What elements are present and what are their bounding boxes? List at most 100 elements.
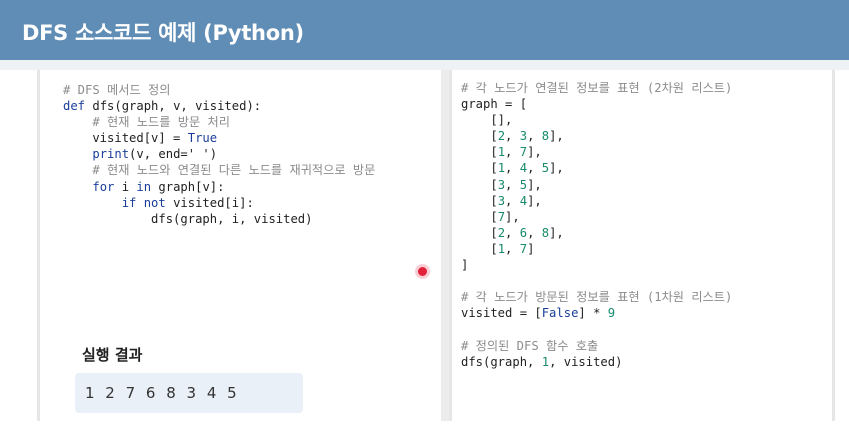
- code-line: visited = [False] * 9: [461, 305, 732, 321]
- code-line: [3, 4],: [461, 193, 732, 209]
- code-text: [: [461, 209, 498, 224]
- code-line: dfs(graph, 1, visited): [461, 354, 732, 370]
- code-text: [: [461, 193, 498, 208]
- graph-setup-code: # 각 노드가 연결된 정보를 표현 (2차원 리스트) graph = [ []…: [461, 80, 732, 370]
- right-code-panel: # 각 노드가 연결된 정보를 표현 (2차원 리스트) graph = [ []…: [449, 70, 835, 421]
- code-line: # 각 노드가 연결된 정보를 표현 (2차원 리스트): [461, 80, 732, 96]
- code-number: 1: [497, 241, 506, 256]
- code-line: # 현재 노드와 연결된 다른 노드를 재귀적으로 방문: [63, 162, 375, 178]
- code-line: ]: [461, 257, 732, 273]
- code-text: ]: [461, 258, 469, 273]
- code-line: for i in graph[v]:: [63, 179, 375, 195]
- code-line: # 각 노드가 방문된 정보를 표현 (1차원 리스트): [461, 289, 732, 305]
- code-line: [1, 7]: [461, 241, 732, 257]
- code-number: 2: [497, 225, 506, 240]
- code-comment: # 각 노드가 연결된 정보를 표현 (2차원 리스트): [461, 81, 733, 95]
- code-text: [: [461, 161, 498, 176]
- code-number: 2: [497, 129, 506, 144]
- code-keyword: for: [92, 179, 115, 194]
- code-text: ,: [505, 129, 520, 144]
- code-text: ,: [505, 145, 520, 160]
- code-line: print(v, end=' '): [63, 146, 375, 162]
- code-text: [: [461, 177, 498, 192]
- code-text: ,: [505, 193, 520, 208]
- code-text: [: [461, 129, 498, 144]
- code-comment: # 현재 노드와 연결된 다른 노드를 재귀적으로 방문: [92, 163, 376, 178]
- code-text: , visited): [549, 354, 623, 369]
- code-text: i: [114, 179, 137, 194]
- code-number: 4: [519, 193, 528, 208]
- code-comment: # 각 노드가 방문된 정보를 표현 (1차원 리스트): [461, 290, 733, 305]
- code-line: [1, 4, 5],: [461, 160, 732, 176]
- code-text: ],: [527, 145, 542, 160]
- code-text: graph = [: [461, 97, 528, 112]
- code-number: 8: [541, 129, 550, 144]
- code-text: [: [461, 225, 498, 240]
- code-text: ],: [527, 193, 542, 208]
- code-text: ],: [505, 209, 520, 224]
- code-number: 1: [541, 354, 550, 369]
- code-line: [1, 7],: [461, 144, 732, 160]
- code-keyword: if not: [121, 195, 166, 210]
- laser-pointer-dot: [418, 267, 427, 276]
- code-number: 1: [497, 145, 506, 160]
- code-keyword: print: [92, 147, 130, 162]
- code-text: ,: [505, 161, 520, 176]
- code-text: [],: [461, 113, 513, 128]
- code-line: [3, 5],: [461, 177, 732, 193]
- code-text: dfs(graph, i, visited): [63, 211, 313, 226]
- code-number: 5: [519, 177, 528, 192]
- code-number: 6: [519, 225, 528, 240]
- code-keyword: False: [541, 306, 579, 321]
- code-line: # 정의된 DFS 함수 호출: [461, 338, 732, 354]
- code-line: def dfs(graph, v, visited):: [63, 98, 375, 114]
- code-text: ,: [527, 129, 542, 144]
- code-text: dfs(graph, v, visited):: [85, 99, 262, 114]
- code-text: (v, end=' '): [129, 147, 218, 162]
- result-value: 1 2 7 6 8 3 4 5: [85, 384, 240, 402]
- left-code-panel: # DFS 메서드 정의 def dfs(graph, v, visited): …: [37, 70, 451, 421]
- code-comment: # 정의된 DFS 함수 호출: [461, 338, 599, 353]
- code-text: [: [461, 241, 498, 256]
- code-number: 3: [497, 177, 506, 192]
- code-text: ,: [527, 225, 542, 240]
- code-text: ],: [549, 225, 564, 240]
- dfs-function-code: # DFS 메서드 정의 def dfs(graph, v, visited): …: [63, 82, 375, 227]
- code-number: 1: [497, 161, 506, 176]
- code-line: [],: [461, 112, 732, 128]
- code-number: 9: [607, 306, 616, 321]
- code-line: dfs(graph, i, visited): [63, 211, 375, 227]
- code-number: 7: [519, 241, 528, 256]
- code-line: graph = [: [461, 96, 732, 112]
- code-text: [: [461, 145, 498, 160]
- code-number: 7: [497, 209, 506, 224]
- code-text: ] *: [578, 306, 608, 321]
- code-text: ,: [505, 225, 520, 240]
- code-line: [2, 3, 8],: [461, 128, 732, 144]
- code-line: if not visited[i]:: [63, 195, 375, 211]
- code-text: visited[v] =: [63, 131, 188, 146]
- code-text: ,: [505, 177, 520, 192]
- code-text: dfs(graph,: [461, 354, 542, 369]
- code-number: 5: [541, 161, 550, 176]
- result-box: 1 2 7 6 8 3 4 5: [75, 373, 303, 413]
- code-keyword: True: [187, 131, 218, 146]
- code-keyword: in: [136, 179, 152, 194]
- code-number: 3: [519, 129, 528, 144]
- code-line: visited[v] = True: [63, 130, 375, 146]
- code-text: visited = [: [461, 306, 542, 321]
- result-title: 실행 결과: [82, 346, 143, 364]
- code-text: ],: [549, 161, 564, 176]
- code-text: ,: [527, 161, 542, 176]
- code-number: 8: [541, 225, 550, 240]
- code-text: visited[i]:: [165, 195, 254, 210]
- slide-title: DFS 소스코드 예제 (Python): [22, 21, 304, 45]
- code-line: # DFS 메서드 정의: [63, 82, 375, 98]
- code-comment: # 현재 노드를 방문 처리: [92, 115, 230, 130]
- code-line: # 현재 노드를 방문 처리: [63, 114, 375, 130]
